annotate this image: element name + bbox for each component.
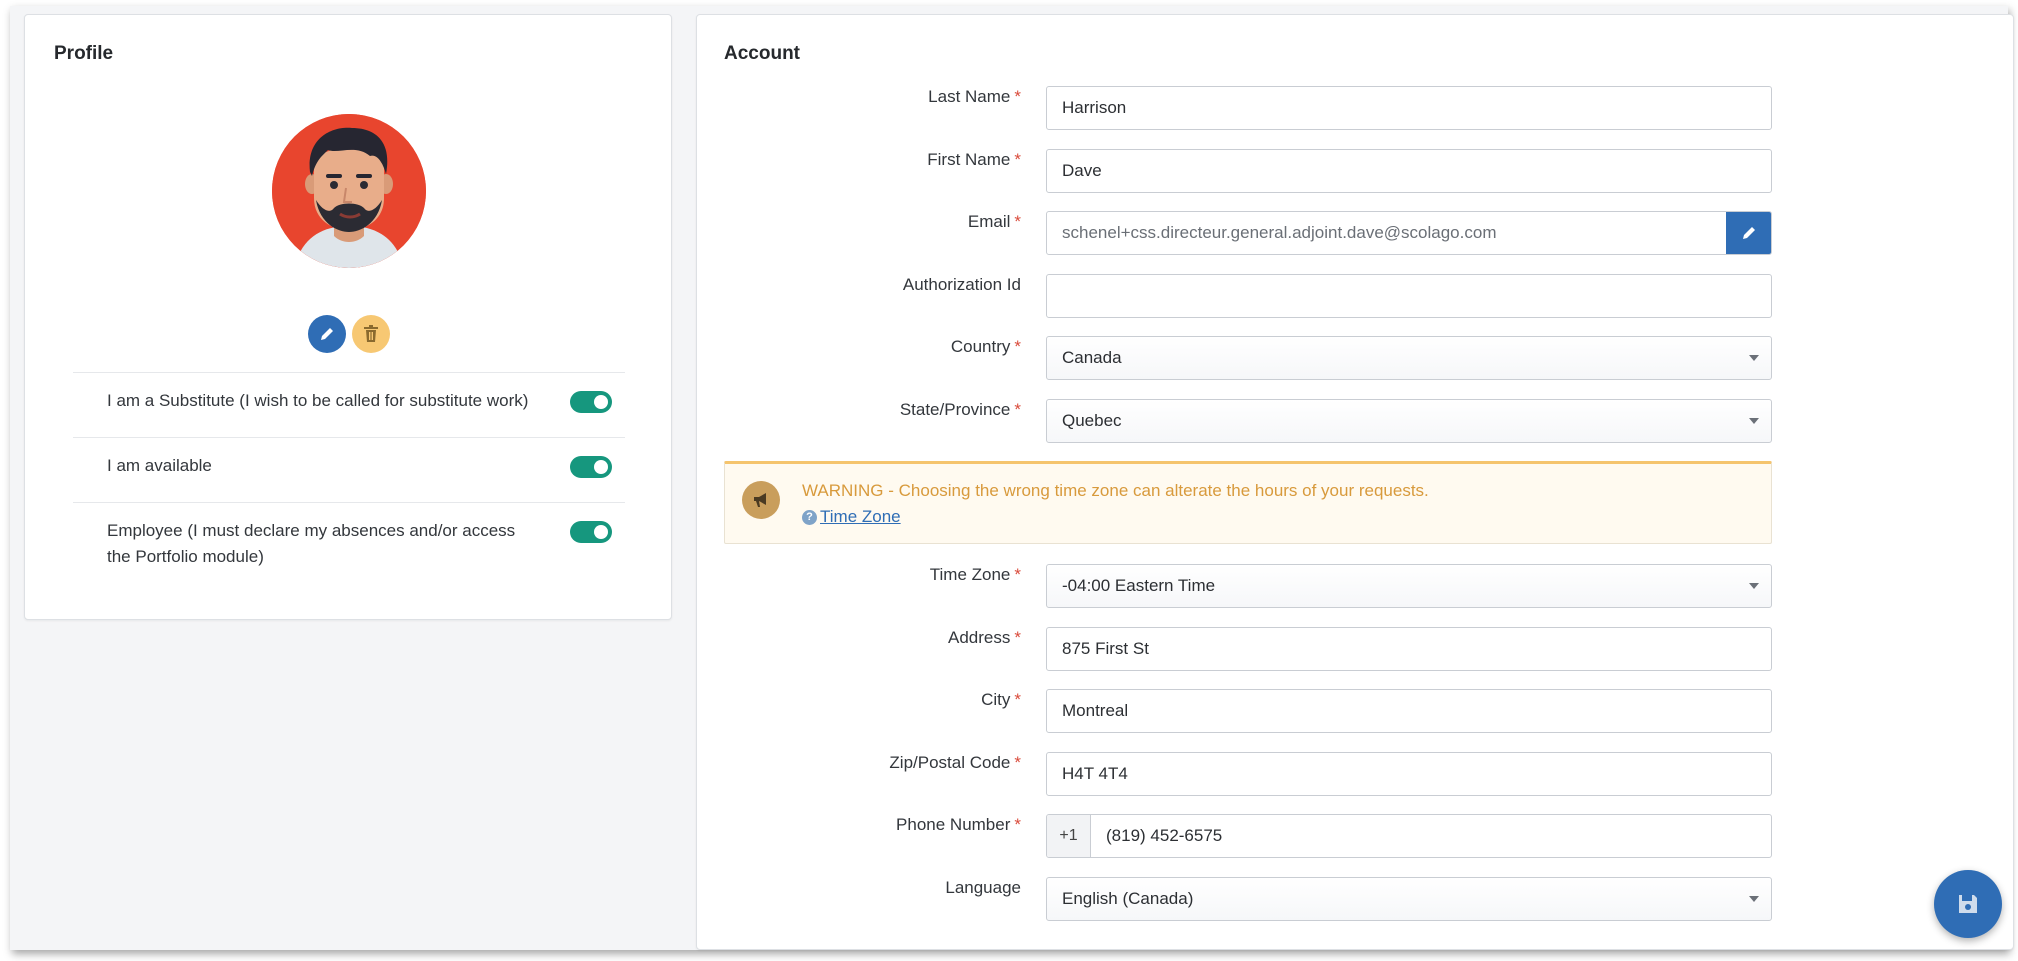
avatar — [272, 114, 426, 268]
state-select[interactable]: Quebec — [1046, 399, 1772, 443]
profile-title: Profile — [54, 43, 114, 64]
last-name-field[interactable]: Harrison — [1046, 86, 1772, 130]
avatar-illustration — [272, 114, 426, 268]
language-label: Language — [945, 878, 1021, 897]
time-zone-label: Time Zone * — [929, 565, 1021, 584]
phone-field[interactable]: +1 (819) 452-6575 — [1046, 814, 1772, 858]
substitute-toggle[interactable] — [570, 391, 612, 413]
account-title: Account — [724, 43, 800, 64]
authorization-id-label: Authorization Id — [902, 275, 1021, 294]
time-zone-value: -04:00 Eastern Time — [1062, 576, 1216, 595]
profile-card: Profile I am a Substitute (I wish to be … — [24, 14, 672, 620]
email-label: Email * — [967, 212, 1021, 231]
edit-avatar-button[interactable] — [308, 315, 346, 353]
help-icon: ? — [802, 509, 817, 525]
app-frame: Profile I am a Substitute (I wish to be … — [10, 6, 2014, 950]
time-zone-select[interactable]: -04:00 Eastern Time — [1046, 564, 1772, 608]
phone-country-code: +1 — [1047, 815, 1091, 857]
available-toggle[interactable] — [570, 456, 612, 478]
chevron-down-icon — [1749, 355, 1759, 361]
address-field[interactable]: 875 First St — [1046, 627, 1772, 671]
country-select[interactable]: Canada — [1046, 336, 1772, 380]
zip-label: Zip/Postal Code * — [889, 753, 1021, 772]
last-name-label: Last Name * — [928, 87, 1021, 106]
megaphone-icon — [742, 481, 780, 519]
city-field[interactable]: Montreal — [1046, 689, 1772, 733]
chevron-down-icon — [1749, 583, 1759, 589]
toggle-label-employee: Employee (I must declare my absences and… — [107, 521, 516, 566]
address-label: Address * — [948, 628, 1021, 647]
country-label: Country * — [950, 337, 1021, 356]
toggle-row-available: I am available — [73, 437, 625, 502]
pencil-icon — [321, 328, 333, 340]
country-value: Canada — [1062, 348, 1122, 367]
first-name-label: First Name * — [927, 150, 1021, 169]
delete-avatar-button[interactable] — [352, 315, 390, 353]
toggle-row-substitute: I am a Substitute (I wish to be called f… — [73, 372, 625, 437]
chevron-down-icon — [1749, 418, 1759, 424]
toggle-row-employee: Employee (I must declare my absences and… — [73, 502, 625, 582]
toggle-label-available: I am available — [107, 456, 212, 475]
zip-field[interactable]: H4T 4T4 — [1046, 752, 1772, 796]
phone-label: Phone Number * — [896, 815, 1021, 834]
employee-toggle[interactable] — [570, 521, 612, 543]
state-label: State/Province * — [899, 400, 1021, 419]
chevron-down-icon — [1749, 896, 1759, 902]
city-label: City * — [981, 690, 1021, 709]
pencil-icon — [1743, 227, 1755, 239]
account-card: Account Last Name * Harrison First Name * … — [696, 14, 2014, 950]
trash-icon — [364, 325, 378, 342]
timezone-warning: WARNING - Choosing the wrong time zone c… — [724, 461, 1772, 544]
floppy-disk-icon — [1959, 895, 1977, 913]
authorization-id-field[interactable] — [1046, 274, 1772, 318]
email-value: schenel+css.directeur.general.adjoint.da… — [1062, 223, 1497, 242]
time-zone-link[interactable]: Time Zone — [820, 507, 901, 527]
state-value: Quebec — [1062, 411, 1122, 430]
warning-text: WARNING - Choosing the wrong time zone c… — [802, 481, 1429, 500]
warning-link-wrap: ? Time Zone — [802, 507, 901, 527]
language-value: English (Canada) — [1062, 889, 1194, 908]
first-name-field[interactable]: Dave — [1046, 149, 1772, 193]
toggle-label-substitute: I am a Substitute (I wish to be called f… — [107, 391, 529, 410]
phone-value: (819) 452-6575 — [1106, 826, 1223, 845]
save-button[interactable] — [1934, 870, 2002, 938]
edit-email-button[interactable] — [1726, 212, 1771, 254]
language-select[interactable]: English (Canada) — [1046, 877, 1772, 921]
email-field[interactable]: schenel+css.directeur.general.adjoint.da… — [1046, 211, 1772, 255]
